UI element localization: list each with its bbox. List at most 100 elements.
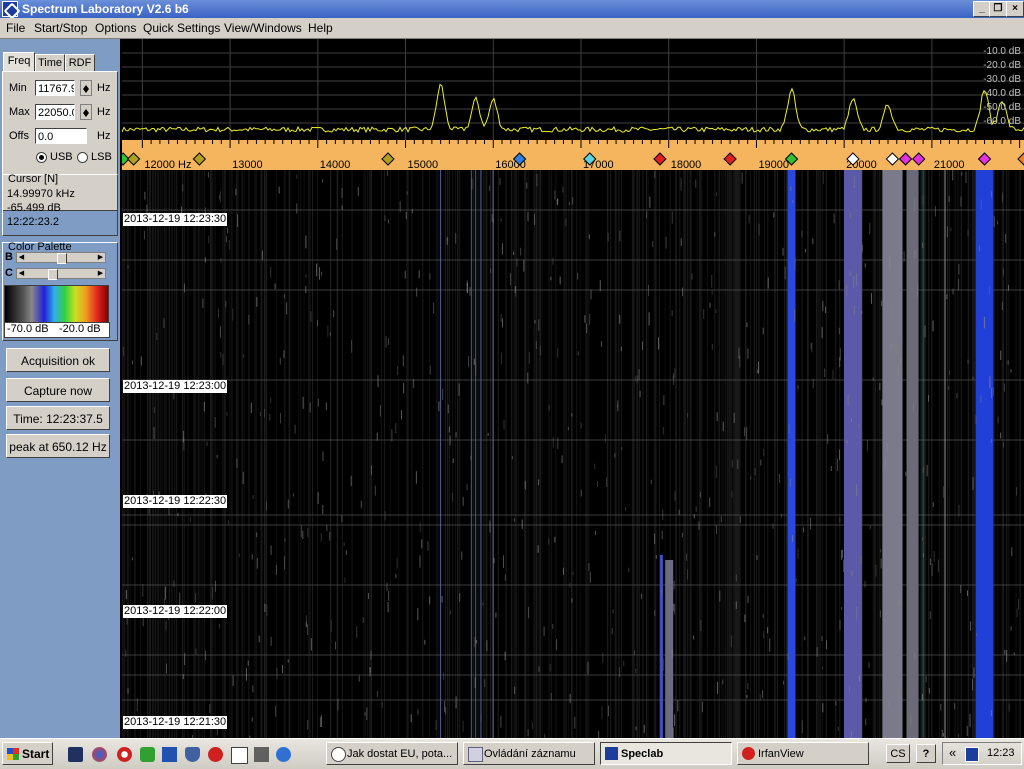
- tab-rdf[interactable]: RDF: [65, 54, 95, 72]
- max-freq-spinner[interactable]: [80, 104, 92, 120]
- irfanview-task-icon: [742, 747, 755, 760]
- task-label: Ovládání záznamu: [484, 748, 576, 760]
- waterfall-plot: [121, 170, 1024, 745]
- menu-bar: File Start/Stop Options Quick Settings V…: [0, 18, 1024, 39]
- menu-options[interactable]: Options: [95, 21, 136, 35]
- frequency-marker[interactable]: [723, 152, 737, 166]
- waterfall-timestamp: 2013-12-19 12:22:00: [123, 605, 228, 618]
- cursor-group: Cursor [N] 14.99970 kHz -65.499 dB 12:22…: [2, 173, 118, 236]
- min-freq-field[interactable]: 11767.9: [35, 80, 75, 96]
- min-hz-label: Hz: [97, 82, 111, 94]
- frequency-marker[interactable]: [192, 152, 207, 166]
- spectrum-graph[interactable]: -10.0 dB -20.0 dB -30.0 dB -40.0 dB -50.0 dB…: [121, 39, 1024, 140]
- db-label: -20.0 dB: [983, 60, 1021, 71]
- menu-help[interactable]: Help: [308, 21, 333, 35]
- opera-icon[interactable]: [117, 747, 132, 762]
- db-label: -10.0 dB: [983, 46, 1021, 57]
- waterfall-timestamp: 2013-12-19 12:23:00: [123, 380, 228, 393]
- usb-label: USB: [50, 151, 73, 163]
- task-ovladani-zaznamu[interactable]: Ovládání záznamu: [463, 742, 595, 765]
- task-label: IrfanView: [758, 748, 804, 760]
- frequency-marker[interactable]: [126, 152, 141, 166]
- tab-time[interactable]: Time: [35, 54, 65, 72]
- min-freq-spinner[interactable]: [80, 80, 92, 96]
- palette-min-db: -70.0 dB: [7, 323, 49, 335]
- frequency-marker[interactable]: [912, 152, 926, 166]
- frequency-marker[interactable]: [885, 152, 900, 166]
- frequency-marker[interactable]: [1017, 152, 1024, 166]
- frequency-marker[interactable]: [381, 152, 395, 166]
- speclab-task-icon: [605, 747, 618, 760]
- freq-tick-label: 21000: [934, 159, 965, 170]
- task-label: Jak dostat EU, pota...: [347, 748, 453, 760]
- max-hz-label: Hz: [97, 106, 111, 118]
- db-label: -60.0 dB: [983, 116, 1021, 127]
- menu-file[interactable]: File: [6, 21, 25, 35]
- start-button[interactable]: Start: [2, 742, 53, 765]
- capture-now-button[interactable]: Capture now: [6, 378, 110, 402]
- waterfall-timestamp: 2013-12-19 12:21:30: [123, 716, 228, 729]
- quicklaunch-app-icon[interactable]: [68, 747, 83, 762]
- offs-label: Offs: [9, 130, 29, 142]
- start-label: Start: [22, 747, 50, 761]
- db-label: -30.0 dB: [983, 74, 1021, 85]
- shield-app-icon[interactable]: [185, 747, 200, 762]
- tab-freq[interactable]: Freq: [3, 52, 35, 73]
- task-irfanview[interactable]: IrfanView: [737, 742, 869, 765]
- brightness-label: B: [5, 251, 13, 263]
- firefox-icon[interactable]: [92, 747, 107, 762]
- help-icon[interactable]: ?: [916, 744, 936, 763]
- brightness-slider[interactable]: ◀ ▶: [16, 252, 106, 264]
- brightness-thumb[interactable]: [57, 253, 67, 264]
- close-button[interactable]: ×: [1006, 1, 1024, 17]
- record-task-icon: [468, 747, 483, 762]
- waterfall-display[interactable]: [121, 170, 1024, 745]
- menu-view-windows[interactable]: View/Windows: [224, 21, 302, 35]
- cursor-title: Cursor [N]: [8, 173, 59, 185]
- contrast-slider[interactable]: ◀ ▶: [16, 268, 106, 280]
- restore-button[interactable]: ❐: [989, 1, 1007, 17]
- max-freq-field[interactable]: 22050.0: [35, 104, 75, 120]
- document-icon[interactable]: [231, 747, 248, 764]
- lsb-radio[interactable]: [77, 152, 88, 163]
- palette-range: -70.0 dB -20.0 dB: [4, 322, 110, 338]
- task-jak-dostat[interactable]: Jak dostat EU, pota...: [326, 742, 458, 765]
- menu-start-stop[interactable]: Start/Stop: [34, 21, 87, 35]
- acquisition-button[interactable]: Acquisition ok: [6, 348, 110, 372]
- frequency-scale-plot: 12000 Hz 13000 14000 15000 16000 17000 18000 19…: [116, 140, 1024, 171]
- language-indicator[interactable]: CS: [886, 744, 910, 763]
- task-speclab[interactable]: Speclab: [600, 742, 732, 765]
- frequency-marker[interactable]: [977, 152, 992, 166]
- peak-button[interactable]: peak at 650.12 Hz: [6, 434, 110, 458]
- internet-explorer-icon[interactable]: [276, 747, 291, 762]
- offset-field[interactable]: 0.0: [35, 128, 87, 144]
- cursor-level: -65.499 dB: [7, 202, 61, 214]
- usb-radio[interactable]: [36, 152, 47, 163]
- frequency-marker[interactable]: [898, 152, 913, 166]
- windows-logo-icon: [7, 748, 19, 760]
- tray-speclab-icon[interactable]: [965, 747, 979, 762]
- cursor-time: 12:22:23.2: [7, 216, 59, 228]
- time-button[interactable]: Time: 12:23:37.5: [6, 406, 110, 430]
- db-label: -50.0 dB: [983, 102, 1021, 113]
- app-icon[interactable]: [2, 1, 18, 17]
- freq-tick-label: 18000: [671, 159, 702, 170]
- cursor-freq: 14.99970 kHz: [7, 188, 75, 200]
- frequency-scale[interactable]: 12000 Hz 13000 14000 15000 16000 17000 18000 19…: [116, 140, 1024, 171]
- menu-quick-settings[interactable]: Quick Settings: [143, 21, 220, 35]
- contrast-thumb[interactable]: [47, 269, 58, 280]
- tray-clock[interactable]: 12:23: [987, 747, 1015, 759]
- tray-expand-chevron-icon[interactable]: «: [949, 745, 956, 760]
- max-label: Max: [9, 106, 30, 118]
- opera-task-icon: [331, 747, 346, 762]
- taskbar: Start Jak dostat EU, pota... Ovládání zá…: [0, 738, 1024, 769]
- floppy-icon[interactable]: [162, 747, 177, 762]
- irfanview-icon[interactable]: [208, 747, 223, 762]
- min-label: Min: [9, 82, 27, 94]
- green-app-icon[interactable]: [140, 747, 155, 762]
- tools-icon[interactable]: [254, 747, 269, 762]
- contrast-label: C: [5, 267, 13, 279]
- title-bar[interactable]: Spectrum Laboratory V2.6 b6 _ ❐ ×: [0, 0, 1024, 18]
- task-label: Speclab: [621, 748, 664, 760]
- frequency-marker[interactable]: [653, 152, 667, 166]
